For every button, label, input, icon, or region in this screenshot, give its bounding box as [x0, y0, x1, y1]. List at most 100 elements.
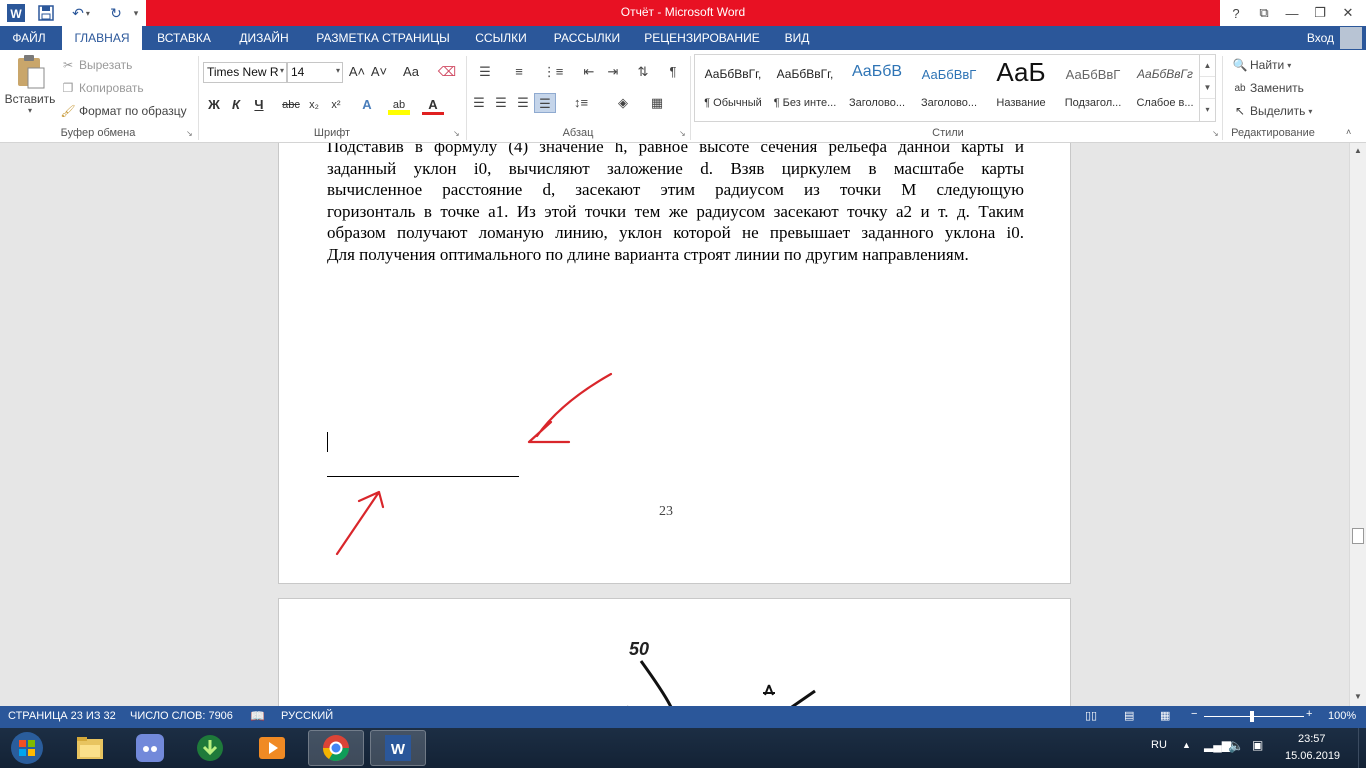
justify-icon[interactable]: ☰ [534, 93, 556, 113]
copy-button[interactable]: ❐ Копировать [60, 79, 144, 97]
read-mode-icon[interactable]: ▯▯ [1085, 709, 1097, 722]
page-24[interactable]: 50 [278, 598, 1071, 706]
tab-home[interactable]: ГЛАВНАЯ [62, 26, 142, 50]
style-normal[interactable]: АаБбВвГг, ¶ Обычный [697, 55, 769, 121]
collapse-ribbon-icon[interactable]: ˄ [1346, 127, 1351, 137]
strikethrough-button[interactable]: abc [280, 95, 302, 115]
chevron-up-icon[interactable]: ▲ [1200, 55, 1215, 77]
font-name-box[interactable]: Times New R ▾ [203, 62, 287, 83]
undo-icon[interactable]: ↶ ▾ [66, 3, 96, 23]
proofing-icon[interactable]: 📖 [250, 709, 265, 723]
find-button[interactable]: 🔍 Найти ▾ [1232, 56, 1292, 74]
highlight-button[interactable]: ab [388, 95, 410, 115]
avatar[interactable] [1340, 27, 1362, 49]
tab-file[interactable]: ФАЙЛ [0, 26, 58, 50]
chevron-down-icon[interactable]: ▾ [280, 66, 284, 75]
network-icon[interactable]: ▂▄▆ [1204, 738, 1231, 752]
styles-launcher-icon[interactable]: ↘ [1212, 129, 1219, 138]
font-color-button[interactable]: A [422, 95, 444, 115]
increase-indent-icon[interactable]: ⇥ [602, 62, 624, 82]
volume-icon[interactable]: 🔈 [1228, 738, 1244, 754]
print-layout-icon[interactable]: ▤ [1124, 709, 1134, 722]
font-size-box[interactable]: 14 ▾ [287, 62, 343, 83]
grow-font-button[interactable]: A˄ [346, 62, 368, 82]
style-subtitle[interactable]: АаБбВвГ Подзагол... [1057, 55, 1129, 121]
redo-icon[interactable]: ↻ [106, 3, 126, 23]
zoom-in-icon[interactable]: + [1306, 708, 1312, 720]
underline-button[interactable]: Ч [248, 95, 270, 115]
align-right-icon[interactable]: ☰ [512, 93, 534, 113]
shading-icon[interactable]: ◈ [608, 93, 638, 113]
superscript-button[interactable]: x² [325, 95, 347, 115]
change-case-button[interactable]: Aa [396, 62, 426, 82]
notification-icon[interactable]: ▣ [1252, 738, 1263, 752]
scrollbar-thumb[interactable] [1352, 528, 1364, 544]
align-center-icon[interactable]: ☰ [490, 93, 512, 113]
taskbar-chrome[interactable] [308, 730, 364, 766]
multilevel-list-icon[interactable]: ⋮≡ [538, 62, 568, 82]
taskbar-discord[interactable] [122, 730, 178, 766]
taskbar-downloader[interactable] [182, 730, 238, 766]
zoom-level[interactable]: 100% [1328, 710, 1356, 722]
scroll-down-icon[interactable]: ▼ [1350, 689, 1366, 705]
numbering-icon[interactable]: ≡ [504, 62, 534, 82]
start-button[interactable] [4, 729, 50, 767]
align-left-icon[interactable]: ☰ [468, 93, 490, 113]
zoom-slider[interactable] [1204, 716, 1304, 717]
zoom-out-icon[interactable]: − [1191, 708, 1197, 720]
customize-qat-icon[interactable]: ▾ [130, 3, 142, 23]
paragraph-launcher-icon[interactable]: ↘ [679, 129, 686, 138]
decrease-indent-icon[interactable]: ⇤ [578, 62, 600, 82]
tab-view[interactable]: ВИД [774, 26, 820, 50]
tab-review[interactable]: РЕЦЕНЗИРОВАНИЕ [638, 26, 766, 50]
bullets-icon[interactable]: ☰ [470, 62, 500, 82]
tab-design[interactable]: ДИЗАЙН [228, 26, 300, 50]
tab-insert[interactable]: ВСТАВКА [148, 26, 220, 50]
style-heading-2[interactable]: АаБбВвГ Заголово... [913, 55, 985, 121]
save-icon[interactable] [36, 3, 56, 23]
scroll-up-icon[interactable]: ▲ [1350, 143, 1366, 159]
close-button[interactable]: ✕ [1334, 0, 1362, 26]
clipboard-launcher-icon[interactable]: ↘ [186, 129, 193, 138]
minimize-button[interactable]: — [1278, 0, 1306, 26]
tab-layout[interactable]: РАЗМЕТКА СТРАНИЦЫ [306, 26, 460, 50]
style-subtle-emphasis[interactable]: АаБбВвГг Слабое в... [1129, 55, 1201, 121]
subscript-button[interactable]: x₂ [303, 95, 325, 115]
tray-expand-icon[interactable]: ▲ [1182, 740, 1191, 750]
vertical-scrollbar[interactable]: ▲ ▼ [1349, 143, 1366, 706]
word-count-status[interactable]: ЧИСЛО СЛОВ: 7906 [130, 710, 233, 722]
shrink-font-button[interactable]: A˅ [368, 62, 390, 82]
tab-mailings[interactable]: РАССЫЛКИ [544, 26, 630, 50]
style-title[interactable]: АаБ Название [985, 55, 1057, 121]
format-painter-button[interactable]: 🖌 Формат по образцу [60, 102, 186, 120]
clock-date[interactable]: 15.06.2019 [1285, 750, 1340, 762]
font-launcher-icon[interactable]: ↘ [453, 129, 460, 138]
select-button[interactable]: ↖ Выделить ▾ [1232, 102, 1312, 120]
zoom-slider-handle[interactable] [1250, 711, 1254, 722]
bold-button[interactable]: Ж [203, 95, 225, 115]
borders-icon[interactable]: ▦ [642, 93, 672, 113]
cut-button[interactable]: ✂ Вырезать [60, 56, 132, 74]
show-desktop-button[interactable] [1358, 728, 1366, 768]
web-layout-icon[interactable]: ▦ [1160, 709, 1170, 722]
ribbon-display-options-icon[interactable]: ⧉ [1250, 0, 1278, 26]
clear-formatting-icon[interactable]: ⌫ [436, 62, 458, 82]
sign-in-link[interactable]: Вход [1307, 26, 1334, 50]
clock-time[interactable]: 23:57 [1298, 733, 1326, 745]
chevron-down-icon[interactable]: ▾ [336, 66, 340, 75]
line-spacing-icon[interactable]: ↕≡ [566, 93, 596, 113]
paste-button[interactable]: Вставить ▾ [4, 54, 56, 124]
replace-button[interactable]: ab Заменить [1232, 79, 1304, 97]
taskbar-explorer[interactable] [62, 730, 118, 766]
language-status[interactable]: РУССКИЙ [281, 710, 333, 722]
text-effects-button[interactable]: A [356, 95, 378, 115]
italic-button[interactable]: К [225, 95, 247, 115]
page-23[interactable]: Подставив в формулу (4) значение h, равн… [278, 143, 1071, 584]
taskbar-media-player[interactable] [244, 730, 300, 766]
help-button[interactable]: ? [1222, 0, 1250, 26]
taskbar-word[interactable]: W [370, 730, 426, 766]
tab-references[interactable]: ССЫЛКИ [466, 26, 536, 50]
style-heading-1[interactable]: АаБбВ Заголово... [841, 55, 913, 121]
sort-icon[interactable]: ⇅ [632, 62, 654, 82]
style-no-spacing[interactable]: АаБбВвГг, ¶ Без инте... [769, 55, 841, 121]
